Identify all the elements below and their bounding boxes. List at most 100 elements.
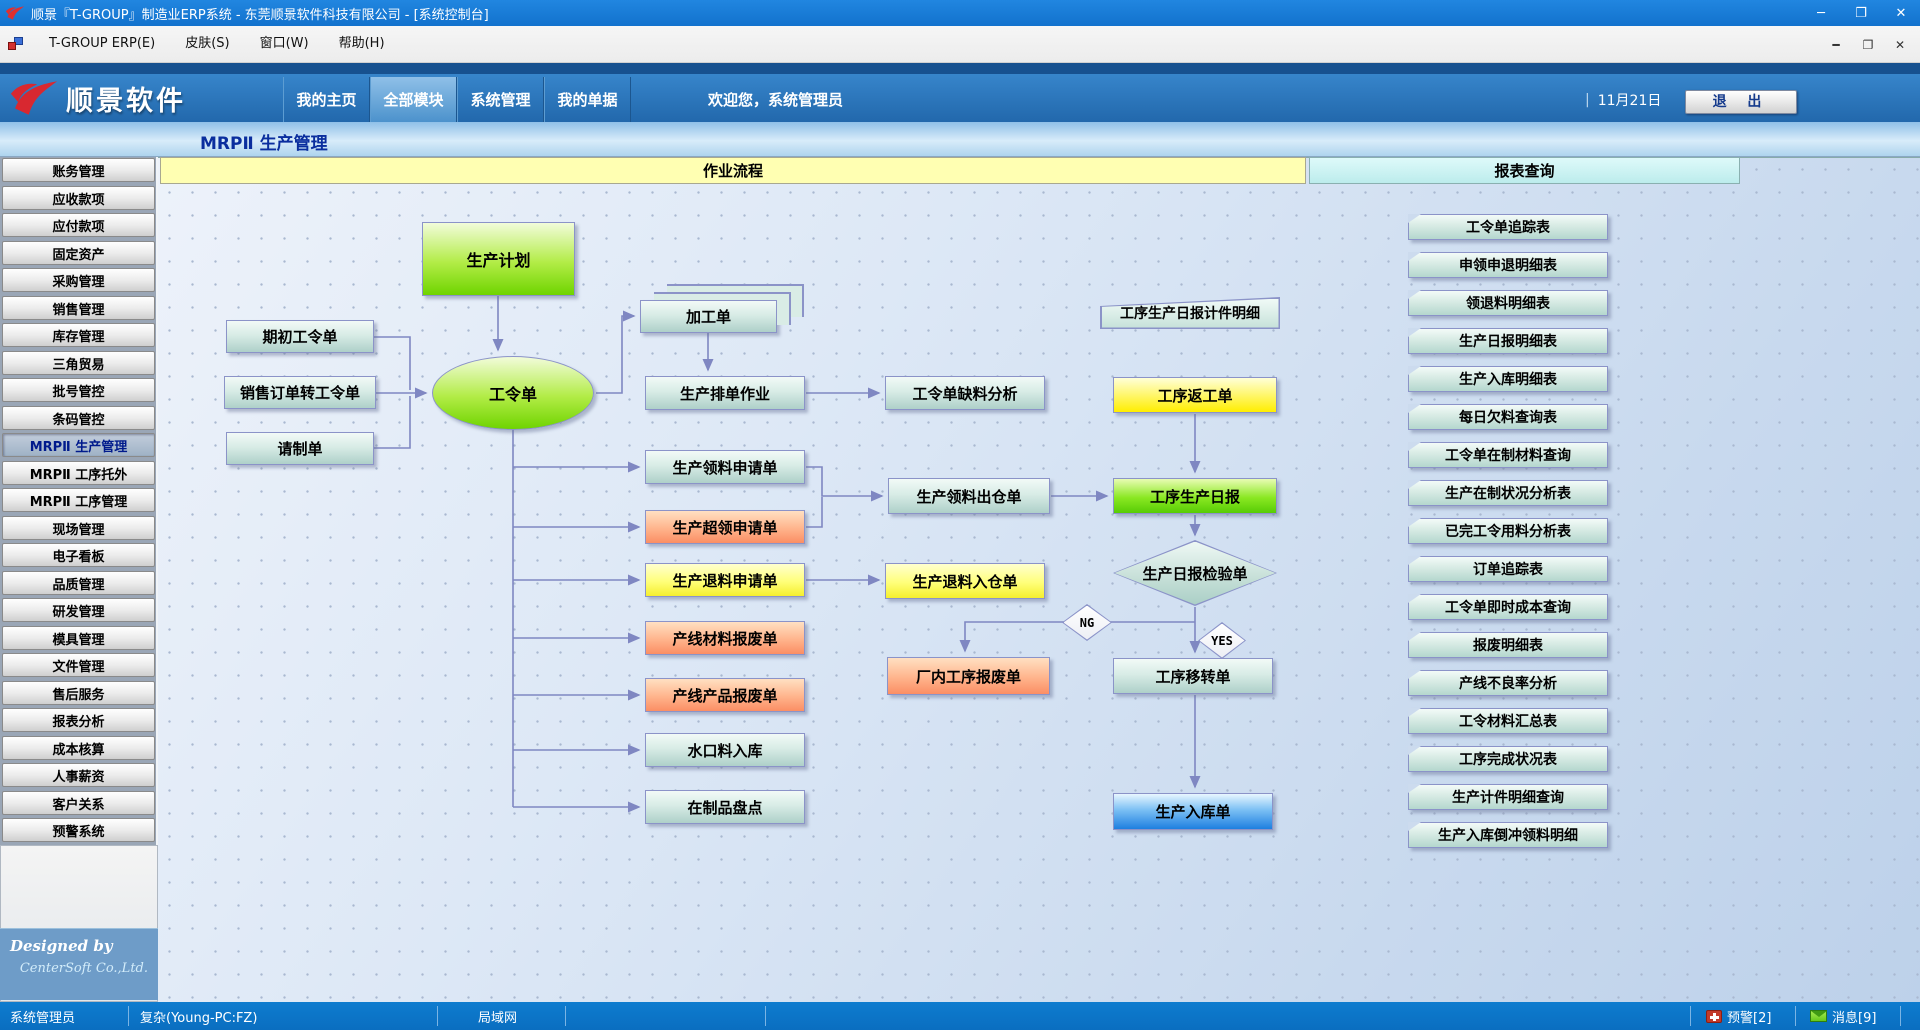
report-button[interactable]: 工令材料汇总表 [1408,708,1608,734]
status-alerts[interactable]: 预警[2] [1706,1002,1771,1030]
sidebar-item[interactable]: 报表分析 [2,708,155,732]
sidebar-item[interactable]: 品质管理 [2,571,155,595]
flow-node-material-return-in[interactable]: 生产退料入仓单 [885,563,1045,599]
status-user: 系统管理员 [10,1002,75,1030]
report-button[interactable]: 生产入库明细表 [1408,366,1608,392]
exit-button[interactable]: 退 出 [1685,90,1797,114]
flow-node-processing-order[interactable]: 加工单 [640,300,777,333]
tab-我的单据[interactable]: 我的单据 [544,77,631,122]
report-button[interactable]: 工令单追踪表 [1408,214,1608,240]
sidebar-item[interactable]: 模具管理 [2,626,155,650]
report-button[interactable]: 工序完成状况表 [1408,746,1608,772]
sidebar-item[interactable]: MRPⅡ 生产管理 [2,433,155,457]
mdi-window-icon [8,37,24,51]
tab-我的主页[interactable]: 我的主页 [283,77,370,122]
workflow-header: 作业流程 [160,157,1306,184]
report-button[interactable]: 生产入库倒冲领料明细 [1408,822,1608,848]
menu-item[interactable]: 皮肤(S) [170,26,244,62]
title-bar: 顺景『T-GROUP』制造业ERP系统 - 东莞顺景软件科技有限公司 - [系统… [0,0,1920,26]
sidebar-item[interactable]: 账务管理 [2,158,155,182]
sidebar-item[interactable]: 库存管理 [2,323,155,347]
sidebar-item[interactable]: 预警系统 [2,818,155,842]
date-display: | 11月21日 [1585,77,1661,122]
app-logo-icon [5,4,25,22]
brand-swoosh-icon [8,77,60,119]
sidebar-item[interactable]: 销售管理 [2,296,155,320]
sidebar-item[interactable]: 成本核算 [2,736,155,760]
sidebar-item[interactable]: 人事薪资 [2,763,155,787]
mdi-minimize-icon[interactable]: ━ [1828,38,1844,52]
report-button[interactable]: 已完工令用料分析表 [1408,518,1608,544]
sidebar-item[interactable]: 批号管控 [2,378,155,402]
flow-node-over-requisition[interactable]: 生产超领申请单 [645,510,805,544]
sidebar-item[interactable]: MRPⅡ 工序托外 [2,461,155,485]
sidebar-item[interactable]: 三角贸易 [2,351,155,375]
flow-node-production-scheduling[interactable]: 生产排单作业 [645,376,805,410]
flow-node-material-issue-out[interactable]: 生产领料出仓单 [888,478,1050,514]
sidebar-item[interactable]: MRPⅡ 工序管理 [2,488,155,512]
flow-node-material-requisition[interactable]: 生产领料申请单 [645,450,805,484]
menu-item[interactable]: 窗口(W) [245,26,324,62]
menu-item[interactable]: T-GROUP ERP(E) [34,26,170,62]
report-button[interactable]: 申领申退明细表 [1408,252,1608,278]
flow-node-work-order[interactable]: 工令单 [432,356,594,430]
alert-icon [1706,1010,1722,1023]
flow-node-production-inbound-order[interactable]: 生产入库单 [1113,793,1273,830]
flow-node-production-plan[interactable]: 生产计划 [422,222,575,296]
nav-tabs: 我的主页全部模块系统管理我的单据 [283,77,631,122]
flow-node-inplant-process-scrap[interactable]: 厂内工序报废单 [887,657,1050,695]
sidebar-item[interactable]: 现场管理 [2,516,155,540]
mdi-close-icon[interactable]: ✕ [1892,38,1908,52]
report-button[interactable]: 订单追踪表 [1408,556,1608,582]
flow-node-line-material-scrap[interactable]: 产线材料报废单 [645,621,805,655]
report-button[interactable]: 每日欠料查询表 [1408,404,1608,430]
flow-node-process-daily-report[interactable]: 工序生产日报 [1113,478,1277,514]
report-button[interactable]: 工令单即时成本查询 [1408,594,1608,620]
tab-全部模块[interactable]: 全部模块 [370,77,457,122]
welcome-text: 欢迎您，系统管理员 [708,77,843,122]
status-workstation: 复杂(Young-PC:FZ) [140,1002,257,1030]
window-title: 顺景『T-GROUP』制造业ERP系统 - 东莞顺景软件科技有限公司 - [系统… [31,4,489,23]
report-button[interactable]: 领退料明细表 [1408,290,1608,316]
sidebar-item[interactable]: 采购管理 [2,268,155,292]
reports-header: 报表查询 [1309,157,1740,184]
flow-node-process-rework-order[interactable]: 工序返工单 [1113,377,1277,413]
report-button[interactable]: 生产在制状况分析表 [1408,480,1608,506]
minimize-icon[interactable]: ─ [1812,6,1830,21]
page-title: MRPⅡ 生产管理 [200,129,328,154]
status-bar: 系统管理员 复杂(Young-PC:FZ) 局域网 预警[2] 消息[9] [0,1002,1920,1030]
menu-item[interactable]: 帮助(H) [324,26,400,62]
sidebar-item[interactable]: 固定资产 [2,241,155,265]
report-button[interactable]: 工令单在制材料查询 [1408,442,1608,468]
tab-系统管理[interactable]: 系统管理 [457,77,544,122]
report-button[interactable]: 产线不良率分析 [1408,670,1608,696]
flow-node-process-transfer-order[interactable]: 工序移转单 [1113,658,1273,694]
designed-by-panel: Designed by CenterSoft Co.,Ltd. [0,928,158,1000]
sidebar-item[interactable]: 应付款项 [2,213,155,237]
report-button[interactable]: 生产计件明细查询 [1408,784,1608,810]
flow-node-line-product-scrap[interactable]: 产线产品报废单 [645,678,805,712]
report-button[interactable]: 报废明细表 [1408,632,1608,658]
page-title-bar: MRPⅡ 生产管理 [0,122,1920,157]
sidebar-item[interactable]: 客户关系 [2,791,155,815]
sidebar-item[interactable]: 售后服务 [2,681,155,705]
sidebar-item[interactable]: 电子看板 [2,543,155,567]
flow-node-material-return-request[interactable]: 生产退料申请单 [645,563,805,597]
flow-node-opening-work-order[interactable]: 期初工令单 [226,320,374,353]
sidebar-item[interactable]: 研发管理 [2,598,155,622]
report-button[interactable]: 生产日报明细表 [1408,328,1608,354]
maximize-icon[interactable]: ❐ [1852,6,1870,21]
flow-node-request-order[interactable]: 请制单 [226,432,374,465]
flow-node-sprue-material-inbound[interactable]: 水口料入库 [645,733,805,767]
status-network: 局域网 [478,1002,517,1030]
top-banner: 顺景软件 我的主页全部模块系统管理我的单据 欢迎您，系统管理员 | 11月21日… [0,63,1920,122]
flow-node-sales-order-to-work-order[interactable]: 销售订单转工令单 [224,376,376,409]
sidebar-item[interactable]: 应收款项 [2,186,155,210]
flow-node-work-order-shortage-analysis[interactable]: 工令单缺料分析 [885,376,1045,410]
status-messages[interactable]: 消息[9] [1810,1002,1876,1030]
sidebar-item[interactable]: 条码管控 [2,406,155,430]
sidebar-item[interactable]: 文件管理 [2,653,155,677]
flow-node-wip-stocktake[interactable]: 在制品盘点 [645,790,805,824]
close-icon[interactable]: ✕ [1892,6,1910,21]
mdi-restore-icon[interactable]: ❐ [1860,38,1876,52]
